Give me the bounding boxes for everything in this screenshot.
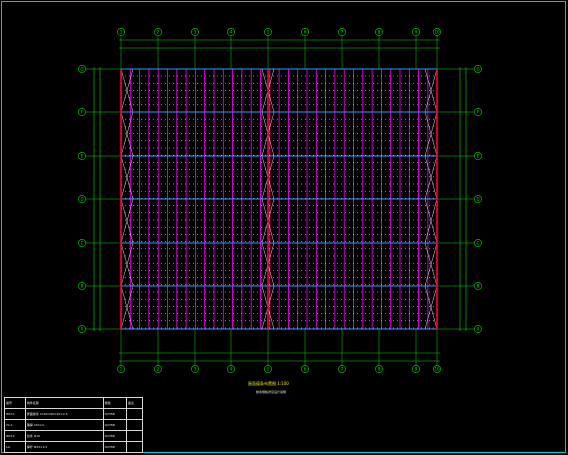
table-cell: [125, 441, 144, 453]
axis-label-y: B: [477, 284, 480, 289]
axis-label-x: 5: [267, 367, 270, 372]
table-row: LG 撑杆 Φ32×2.5 Q235B: [4, 441, 144, 453]
table-header: 规格: [102, 397, 127, 409]
axis-label-x: 8: [378, 367, 381, 372]
table-cell: Q235B: [102, 419, 127, 431]
table-cell: 拉条 Φ10: [24, 430, 104, 442]
axis-label-x: 4: [230, 367, 233, 372]
axis-label-x: 9: [415, 30, 418, 35]
table-cell: Q235B: [102, 441, 127, 453]
table-cell: LG: [4, 441, 26, 453]
axis-label-x: 7: [341, 367, 344, 372]
axis-label-y: C: [477, 241, 480, 246]
axis-label-y: G: [80, 67, 83, 72]
table-cell: 撑杆 Φ32×2.5: [24, 441, 104, 453]
table-cell: 屋面檩条 C160×60×20×2.5: [24, 408, 104, 420]
axis-label-x: 10: [434, 367, 440, 372]
table-cell: WLT-1: [4, 408, 26, 420]
axis-label-y: C: [81, 241, 84, 246]
axis-label-x: 2: [157, 367, 160, 372]
axis-label-x: 5: [267, 30, 270, 35]
axis-label-y: F: [81, 110, 84, 115]
drawing-title-text: 屋面檩条布置图: [248, 381, 276, 386]
axis-label-x: 3: [194, 367, 197, 372]
table-cell: Q235B: [102, 408, 127, 420]
drawing-title: 屋面檩条布置图 1:100: [248, 381, 289, 387]
table-cell: [125, 408, 144, 420]
axis-label-y: E: [477, 154, 480, 159]
drawing-scale: 1:100: [277, 381, 289, 386]
axis-label-y: A: [477, 327, 480, 332]
axis-label-x: 3: [194, 30, 197, 35]
axis-label-x: 6: [304, 30, 307, 35]
axis-label-y: F: [477, 110, 480, 115]
table-cell: WLT-2: [4, 430, 26, 442]
axis-label-y: D: [476, 197, 479, 202]
axis-label-y: B: [81, 284, 84, 289]
axis-label-x: 1: [120, 367, 123, 372]
table-cell: Q235B: [102, 430, 127, 442]
axis-label-x: 6: [304, 367, 307, 372]
axis-label-x: 1: [120, 30, 123, 35]
member-schedule-table: 编号 构件名称 规格 备注 WLT-1 屋面檩条 C160×60×20×2.5 …: [4, 397, 144, 453]
table-header: 构件名称: [24, 397, 104, 409]
table-row: WLT-1 屋面檩条 C160×60×20×2.5 Q235B: [4, 408, 144, 420]
axis-label-y: E: [81, 154, 84, 159]
table-cell: YC-1: [4, 419, 26, 431]
table-row: WLT-2 拉条 Φ10 Q235B: [4, 430, 144, 442]
axis-label-x: 2: [157, 30, 160, 35]
table-cell: [125, 430, 144, 442]
axis-label-x: 10: [434, 30, 440, 35]
axis-label-x: 9: [415, 367, 418, 372]
table-header-row: 编号 构件名称 规格 备注: [4, 397, 144, 409]
table-cell: [125, 419, 144, 431]
drawing-linework: [86, 36, 474, 365]
table-row: YC-1 隅撑 L50×4 Q235B: [4, 419, 144, 431]
axis-label-y: D: [80, 197, 83, 202]
axis-label-y: G: [476, 67, 479, 72]
drawing-subtitle: 檩条规格详见设计说明: [256, 390, 287, 394]
axis-label-y: A: [81, 327, 84, 332]
axis-label-x: 7: [341, 30, 344, 35]
table-header: 备注: [125, 397, 144, 409]
axis-label-x: 4: [230, 30, 233, 35]
axis-label-x: 8: [378, 30, 381, 35]
table-header: 编号: [4, 397, 26, 409]
table-cell: 隅撑 L50×4: [24, 419, 104, 431]
